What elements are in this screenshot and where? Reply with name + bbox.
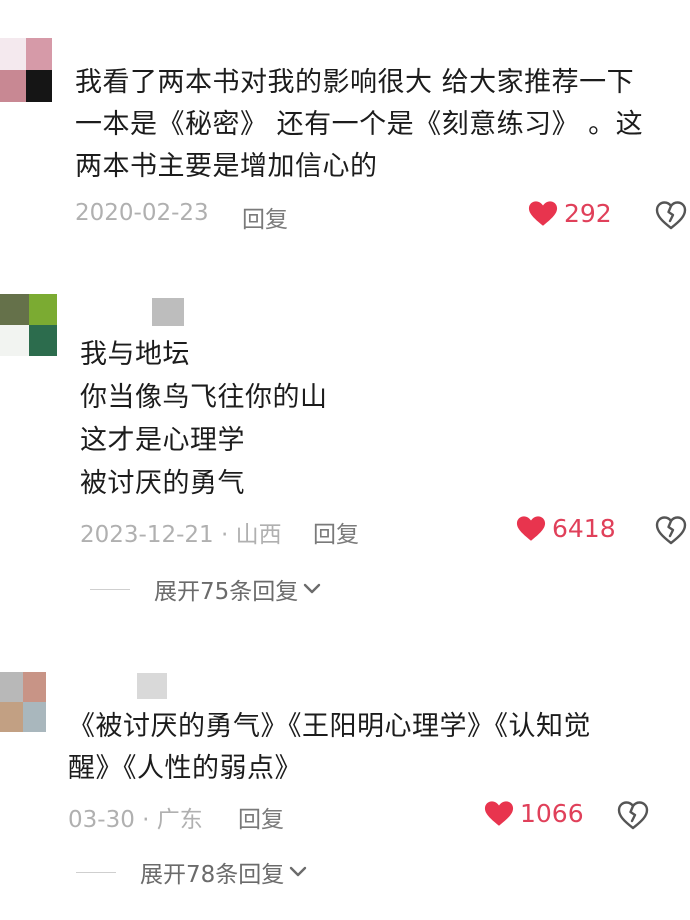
comment-date: 2020-02-23 bbox=[75, 200, 209, 226]
comment-date-location: 03-30 · 广东 bbox=[68, 807, 203, 833]
username-blurred[interactable] bbox=[137, 673, 167, 699]
heart-icon bbox=[528, 201, 558, 226]
reply-button[interactable]: 回复 bbox=[242, 200, 288, 234]
like-button[interactable]: 1066 bbox=[484, 799, 584, 828]
expand-replies-button[interactable]: 展开78条回复 bbox=[76, 855, 308, 889]
reply-button[interactable]: 回复 bbox=[238, 800, 284, 834]
broken-heart-icon[interactable] bbox=[655, 515, 687, 545]
username-blurred[interactable] bbox=[152, 298, 184, 326]
avatar-block bbox=[0, 702, 23, 732]
avatar[interactable] bbox=[0, 672, 46, 732]
like-count: 6418 bbox=[552, 514, 616, 543]
avatar-block bbox=[23, 672, 46, 702]
like-button[interactable]: 6418 bbox=[516, 514, 616, 543]
heart-icon bbox=[484, 801, 514, 826]
avatar-block bbox=[0, 294, 29, 325]
avatar-block bbox=[23, 702, 46, 732]
divider-line bbox=[90, 588, 130, 590]
reply-button[interactable]: 回复 bbox=[313, 515, 359, 549]
heart-icon bbox=[516, 516, 546, 541]
comment-text: 我看了两本书对我的影响很大 给大家推荐一下 一本是《秘密》 还有一个是《刻意练习… bbox=[75, 67, 644, 182]
avatar-block bbox=[0, 38, 26, 70]
avatar-block bbox=[28, 294, 57, 325]
chevron-down-icon bbox=[290, 866, 307, 877]
comment-text: 我与地坛 你当像鸟飞往你的山 这才是心理学 被讨厌的勇气 bbox=[80, 339, 328, 499]
like-count: 292 bbox=[564, 199, 612, 228]
avatar[interactable] bbox=[0, 294, 57, 356]
chevron-down-icon bbox=[304, 583, 321, 594]
avatar-block bbox=[26, 38, 52, 70]
avatar[interactable] bbox=[0, 38, 52, 102]
expand-replies-label: 展开78条回复 bbox=[140, 862, 285, 888]
avatar-block bbox=[0, 70, 26, 102]
comment-text: 《被讨厌的勇气》《王阳明心理学》《认知觉 醒》《人性的弱点》 bbox=[68, 711, 591, 784]
avatar-block bbox=[0, 325, 29, 356]
avatar-block bbox=[26, 70, 52, 102]
comment-date-location: 2023-12-21 · 山西 bbox=[80, 522, 282, 548]
broken-heart-icon[interactable] bbox=[617, 800, 649, 830]
avatar-block bbox=[0, 672, 23, 702]
expand-replies-label: 展开75条回复 bbox=[154, 579, 299, 605]
avatar-block bbox=[28, 325, 57, 356]
broken-heart-icon[interactable] bbox=[655, 200, 687, 230]
like-count: 1066 bbox=[520, 799, 584, 828]
divider-line bbox=[76, 871, 116, 873]
like-button[interactable]: 292 bbox=[528, 199, 612, 228]
expand-replies-button[interactable]: 展开75条回复 bbox=[90, 572, 322, 606]
